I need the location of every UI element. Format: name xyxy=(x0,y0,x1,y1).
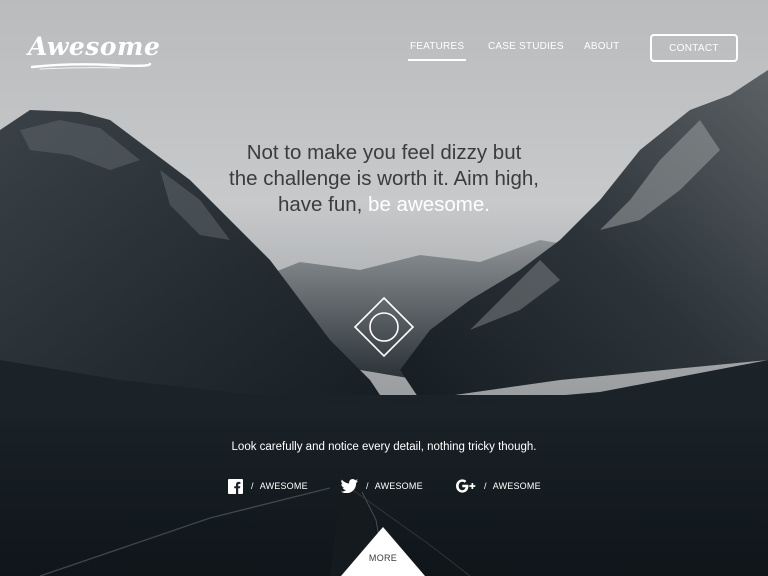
logo-underline-stroke xyxy=(30,62,152,70)
hero-highlight: be awesome. xyxy=(368,193,490,216)
nav-item-about[interactable]: ABOUT xyxy=(584,40,619,54)
twitter-icon xyxy=(341,479,358,493)
tagline: Look carefully and notice every detail, … xyxy=(231,441,537,453)
hero-line-3: have fun, be awesome. xyxy=(150,192,618,218)
social-link-google-plus[interactable]: / AWESOME xyxy=(456,477,541,495)
nav-item-features[interactable]: FEATURES xyxy=(407,40,467,61)
social-separator: / xyxy=(484,481,487,491)
brand-logo[interactable]: Awesome xyxy=(28,32,160,61)
diamond-circle-emblem-icon xyxy=(353,296,415,358)
social-label: AWESOME xyxy=(374,481,423,491)
facebook-icon xyxy=(228,478,243,494)
hero-headline: Not to make you feel dizzy but the chall… xyxy=(150,140,618,218)
more-button-label[interactable]: MORE xyxy=(341,553,425,563)
social-label: AWESOME xyxy=(259,481,308,491)
hero-line-2: the challenge is worth it. Aim high, xyxy=(229,167,539,190)
social-link-twitter[interactable]: / AWESOME xyxy=(341,477,423,495)
nav-item-case-studies[interactable]: CASE STUDIES xyxy=(488,40,564,54)
social-separator: / xyxy=(366,481,369,491)
contact-button-label: CONTACT xyxy=(669,42,719,54)
contact-button[interactable]: CONTACT xyxy=(650,34,738,62)
social-link-facebook[interactable]: / AWESOME xyxy=(228,477,308,495)
social-separator: / xyxy=(251,481,254,491)
google-plus-icon xyxy=(456,479,476,493)
more-tab-triangle[interactable] xyxy=(341,527,425,576)
hero-line-1: Not to make you feel dizzy but xyxy=(246,141,522,164)
hero-line-3-start: have fun, xyxy=(278,193,369,216)
social-label: AWESOME xyxy=(492,481,541,491)
